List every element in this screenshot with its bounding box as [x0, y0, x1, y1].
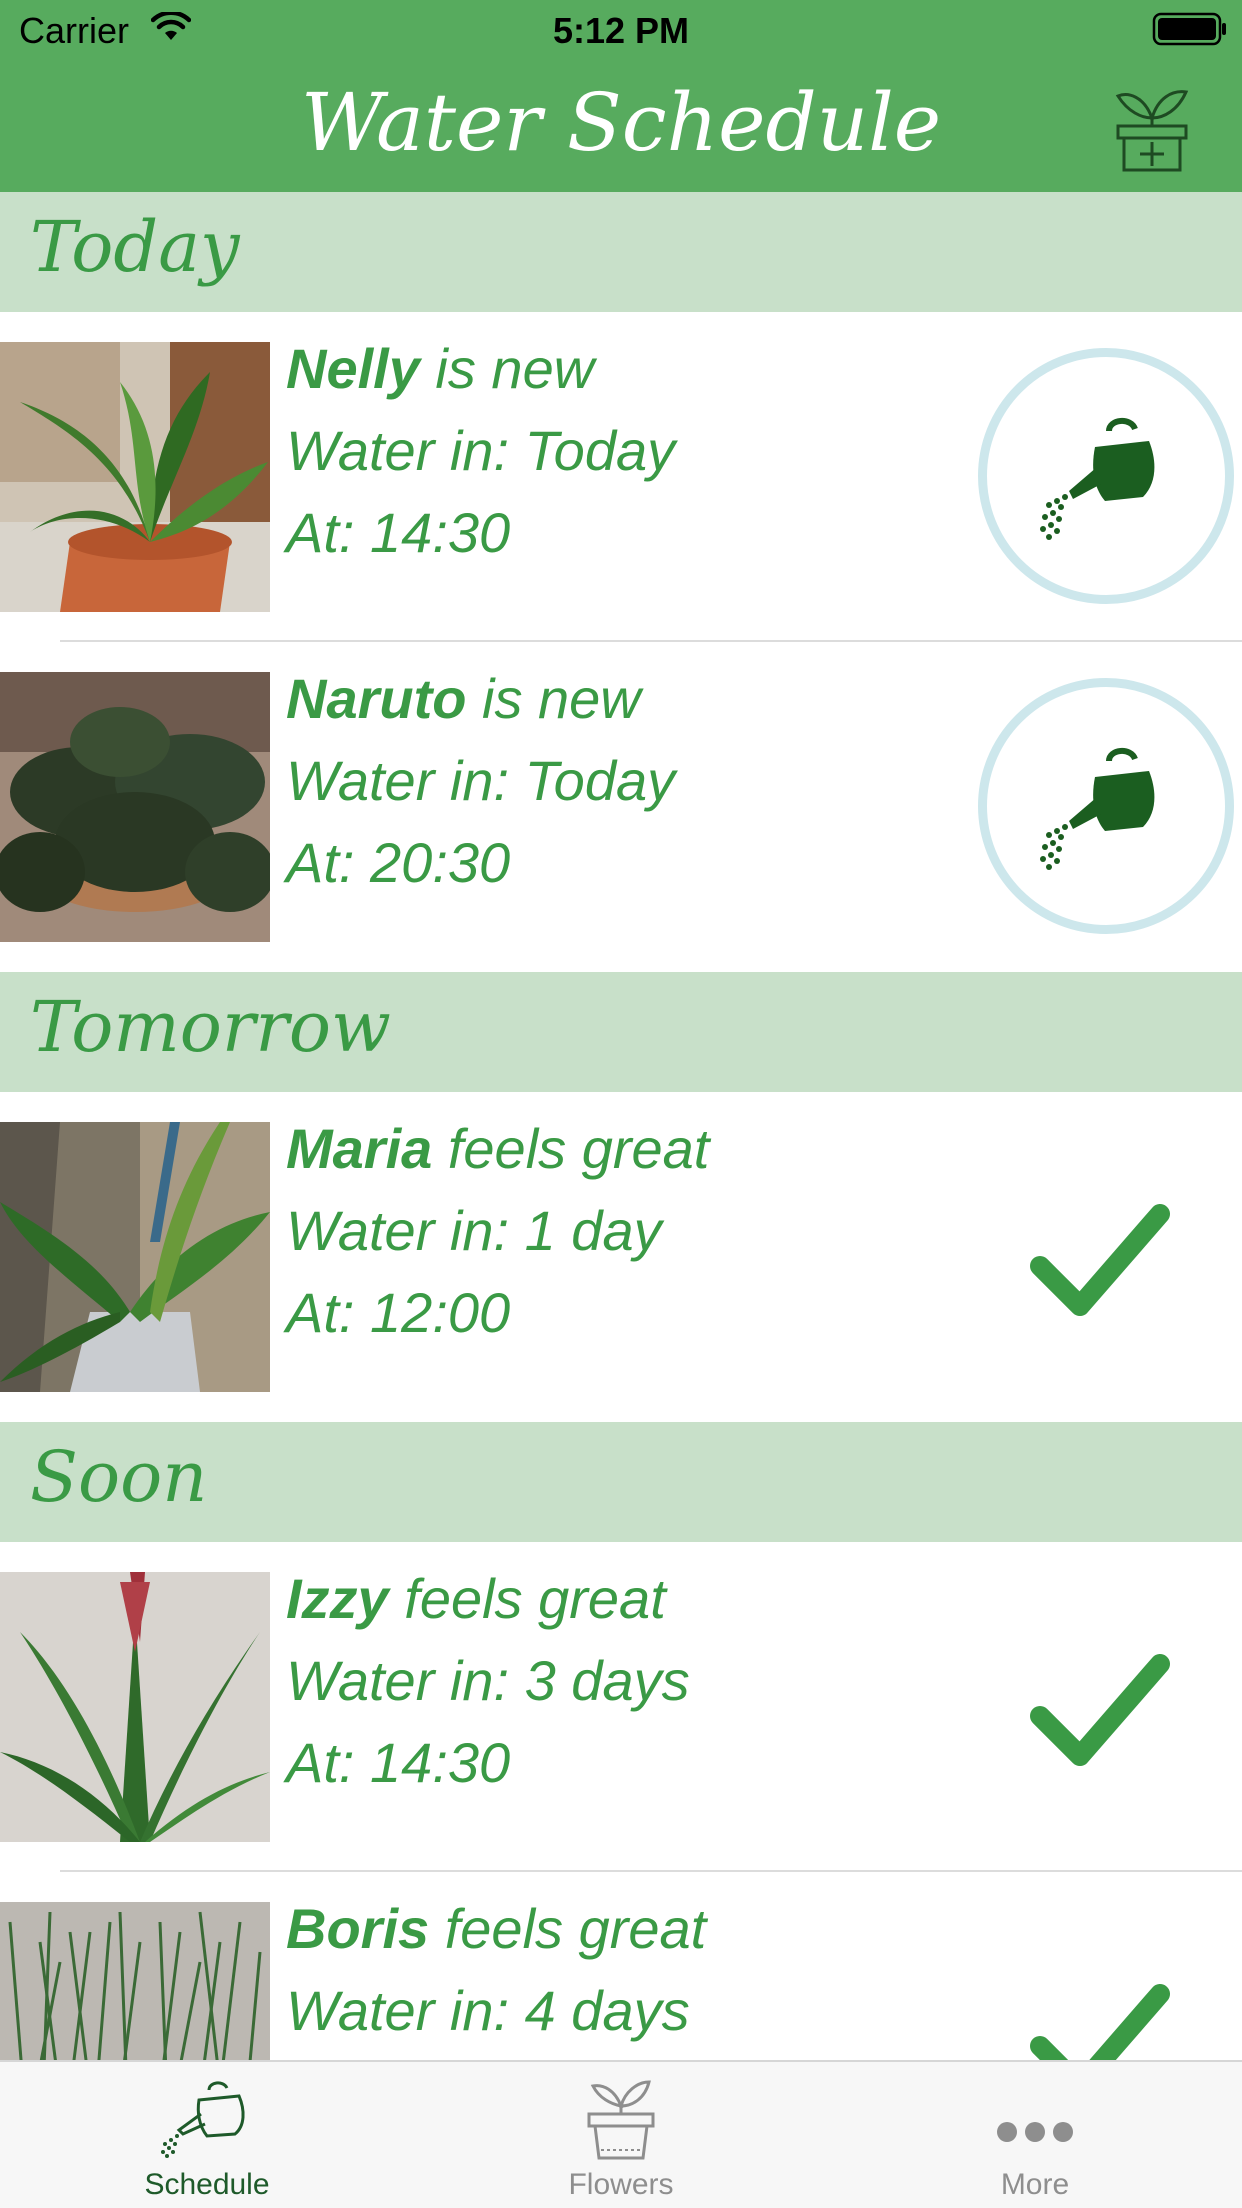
section-header-soon: Soon	[0, 1422, 1242, 1542]
water-in: Water in: 4 days	[286, 1979, 690, 2042]
section-header-today: Today	[0, 192, 1242, 312]
tab-label: More	[1000, 2168, 1070, 2201]
plant-status: feels great	[388, 1567, 666, 1630]
tab-label: Flowers	[568, 2168, 674, 2201]
water-at: At: 12:00	[286, 1281, 511, 1344]
water-at: At: 14:30	[286, 501, 511, 564]
add-plant-icon[interactable]	[1114, 82, 1190, 172]
plant-info: Izzy feels great Water in: 3 days At: 14…	[286, 1558, 690, 1804]
plant-row-naruto[interactable]: Naruto is new Water in: Today At: 20:30	[0, 642, 1242, 972]
status-time: 5:12 PM	[552, 10, 690, 51]
more-dots-icon	[828, 2076, 1242, 2160]
plant-status: is new	[419, 337, 595, 400]
plant-status: feels great	[429, 1897, 707, 1960]
header: Carrier 5:12 PM Water Schedule	[0, 0, 1242, 192]
watering-can-icon	[1040, 418, 1155, 540]
water-in: Water in: Today	[286, 749, 676, 812]
tab-more[interactable]: More	[828, 2062, 1242, 2208]
plant-photo	[0, 1902, 270, 2060]
plant-name: Maria	[286, 1117, 433, 1180]
section-header-tomorrow: Tomorrow	[0, 972, 1242, 1092]
plant-photo	[0, 342, 270, 612]
water-at: At: 20:30	[286, 831, 511, 894]
plant-info: Boris feels great Water in: 4 days	[286, 1888, 706, 2052]
check-icon	[1030, 1204, 1170, 1316]
water-now-button[interactable]	[978, 348, 1234, 604]
plant-status: is new	[466, 667, 641, 730]
watering-can-icon	[0, 2076, 414, 2160]
plant-row-izzy[interactable]: Izzy feels great Water in: 3 days At: 14…	[0, 1542, 1242, 1872]
tab-schedule[interactable]: Schedule	[0, 2062, 414, 2208]
plant-photo	[0, 1122, 270, 1392]
check-icon	[1030, 1984, 1170, 2060]
tab-bar: Schedule Flowers More	[0, 2060, 1242, 2208]
plant-photo	[0, 1572, 270, 1842]
plant-row-boris[interactable]: Boris feels great Water in: 4 days	[0, 1872, 1242, 2060]
section-title: Today	[30, 206, 240, 288]
section-title: Tomorrow	[30, 986, 391, 1068]
water-in: Water in: Today	[286, 419, 676, 482]
tab-flowers[interactable]: Flowers	[414, 2062, 828, 2208]
plant-info: Nelly is new Water in: Today At: 14:30	[286, 328, 675, 574]
plant-name: Boris	[286, 1897, 430, 1960]
plant-info: Naruto is new Water in: Today At: 20:30	[286, 658, 675, 904]
plant-name: Izzy	[286, 1567, 389, 1630]
water-in: Water in: 3 days	[286, 1649, 690, 1712]
plant-name: Nelly	[286, 337, 420, 400]
status-bar: Carrier 5:12 PM	[0, 0, 1242, 62]
water-now-button[interactable]	[978, 678, 1234, 934]
plant-status: feels great	[432, 1117, 710, 1180]
tab-label: Schedule	[144, 2168, 270, 2201]
watering-can-icon	[1040, 748, 1155, 870]
plant-name: Naruto	[286, 667, 467, 730]
plant-row-nelly[interactable]: Nelly is new Water in: Today At: 14:30	[0, 312, 1242, 642]
plant-pot-icon	[414, 2076, 828, 2160]
water-at: At: 14:30	[286, 1731, 511, 1794]
water-in: Water in: 1 day	[286, 1199, 662, 1262]
plant-row-maria[interactable]: Maria feels great Water in: 1 day At: 12…	[0, 1092, 1242, 1422]
plant-info: Maria feels great Water in: 1 day At: 12…	[286, 1108, 709, 1354]
section-title: Soon	[30, 1436, 208, 1518]
page-title: Water Schedule	[300, 76, 942, 169]
plant-photo	[0, 672, 270, 942]
check-icon	[1030, 1654, 1170, 1766]
battery-icon	[1152, 12, 1226, 46]
